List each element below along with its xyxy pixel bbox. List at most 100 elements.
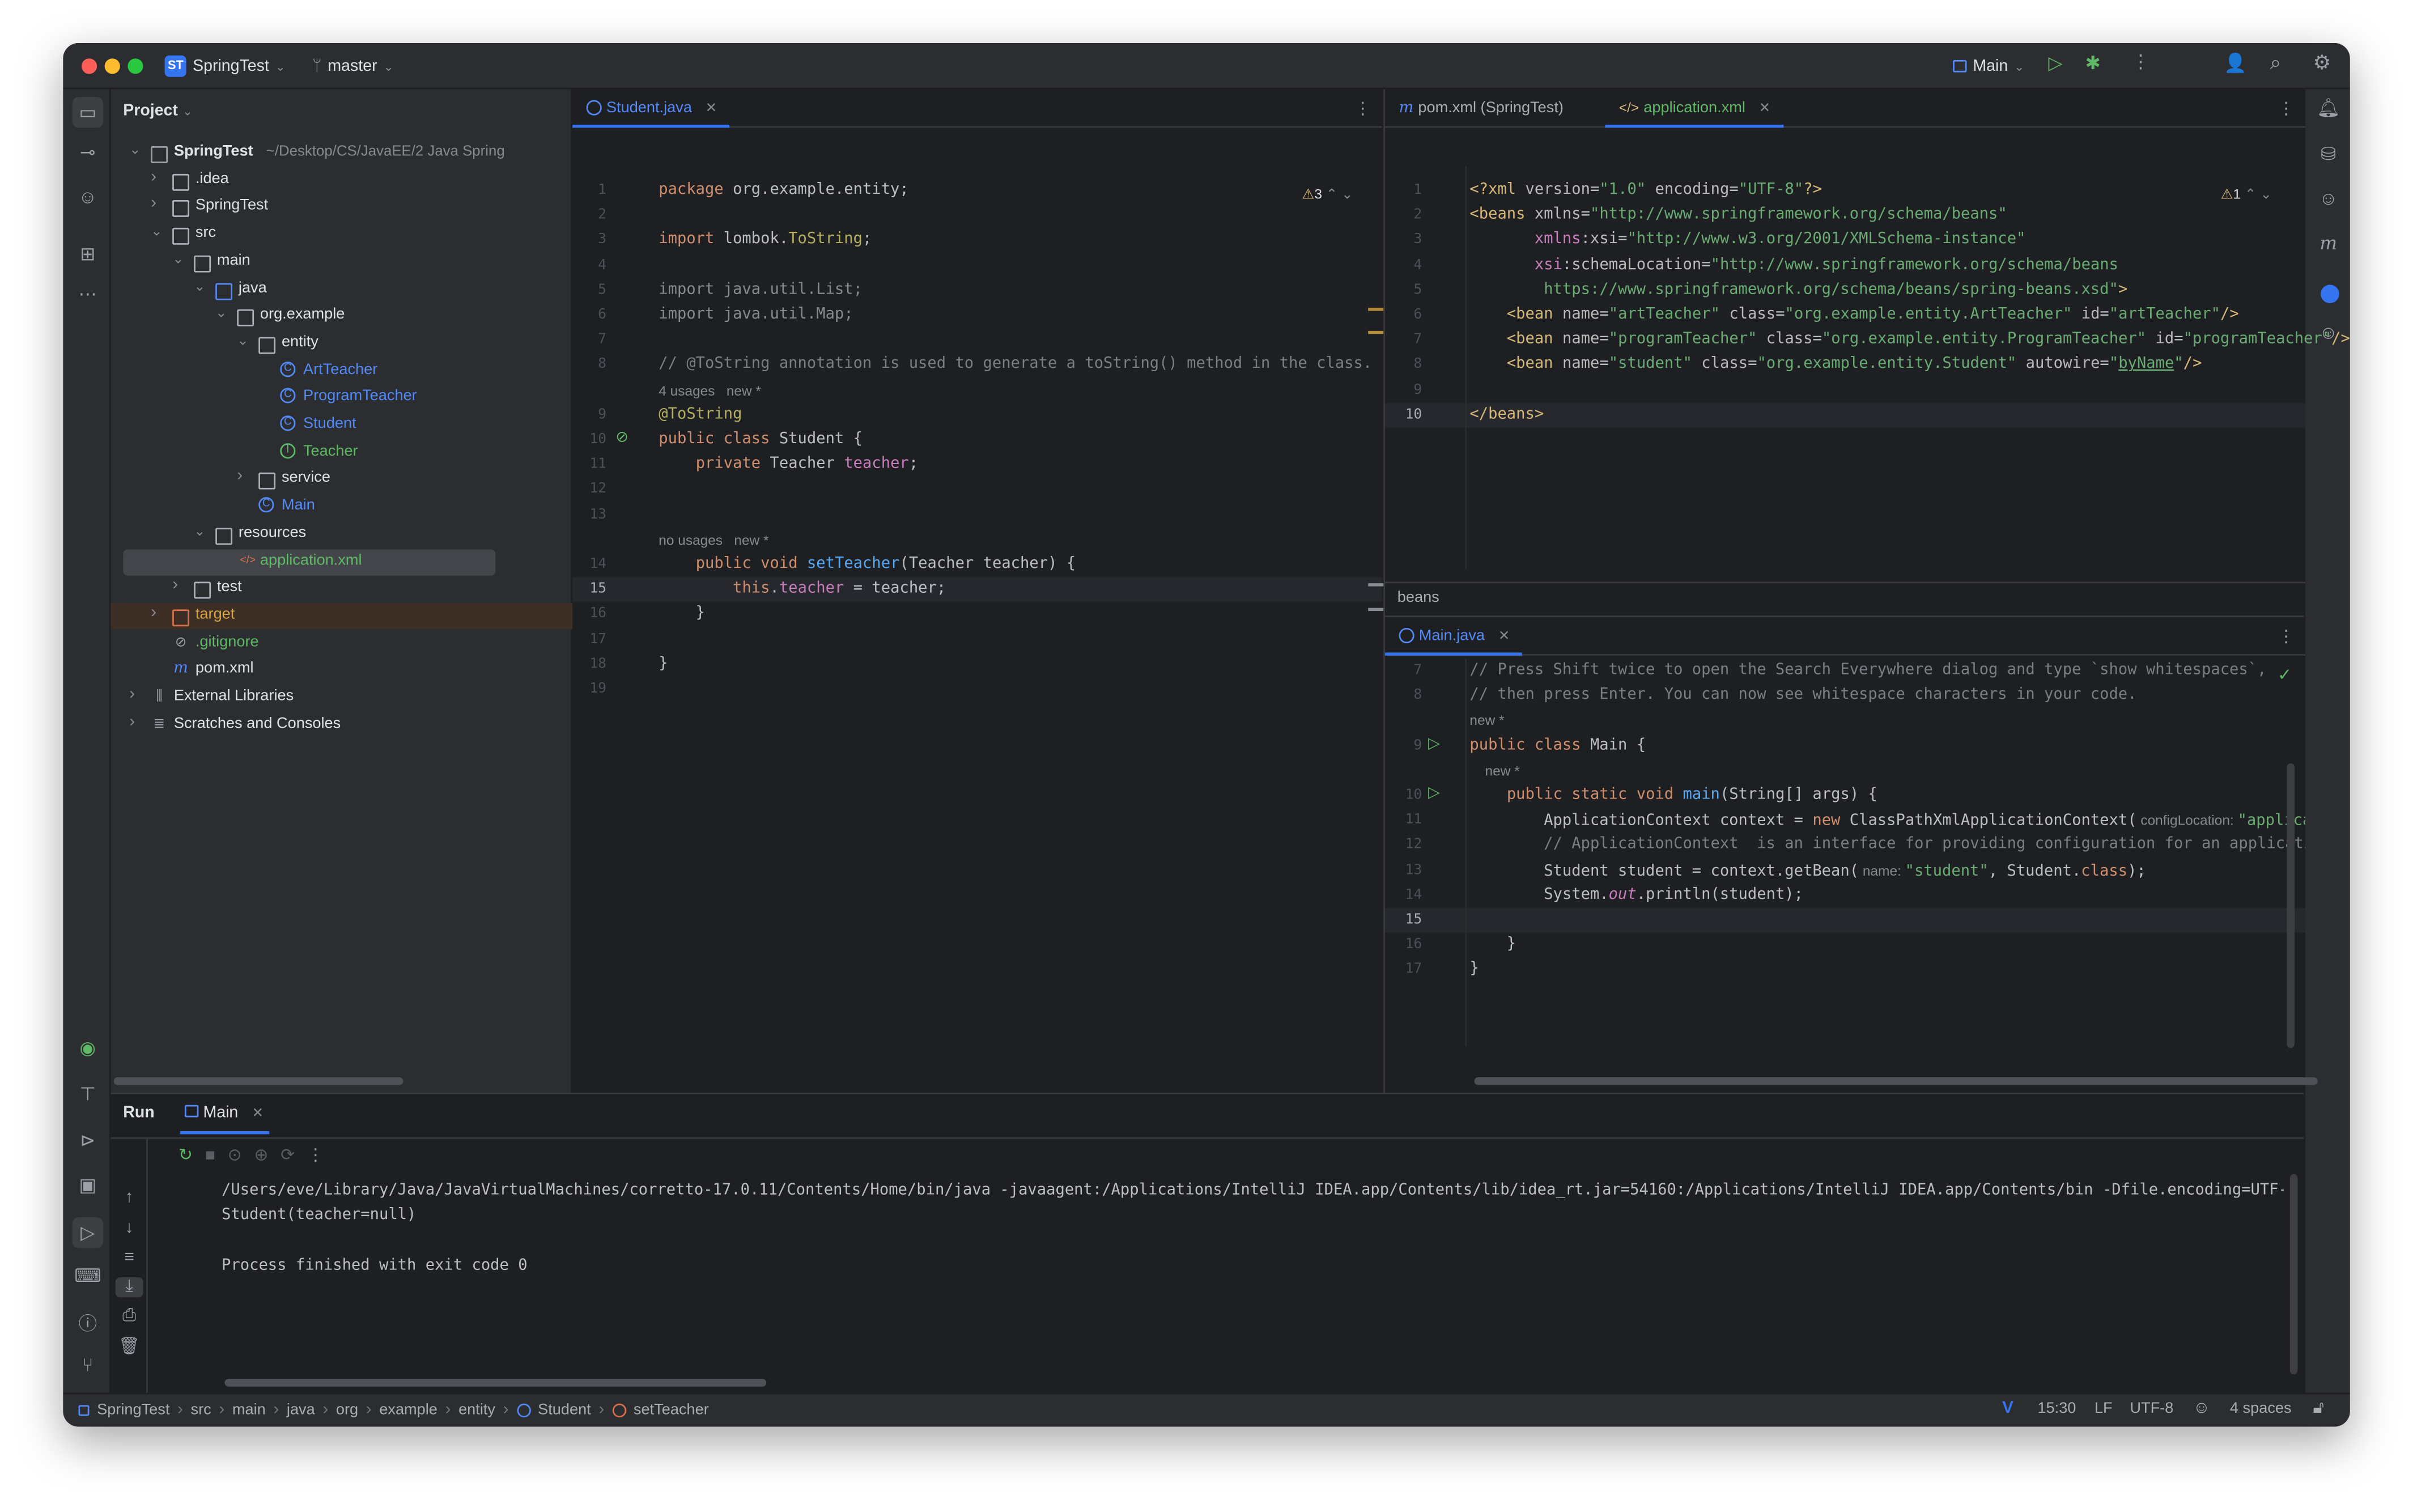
print-icon[interactable]: ⎙ <box>116 1307 143 1327</box>
scroll-down-icon[interactable]: ↓ <box>116 1219 143 1238</box>
database-icon[interactable]: ⛁ <box>2314 143 2342 165</box>
tree-row[interactable]: ⌄ main <box>111 249 573 275</box>
copilot-icon[interactable] <box>2321 284 2339 303</box>
chevron-right-icon[interactable]: › <box>151 603 156 622</box>
tab-options-icon[interactable]: ⋮ <box>1354 99 1371 119</box>
ai-assistant-icon[interactable]: ☺ <box>74 186 101 208</box>
more-icon[interactable]: ⋮ <box>307 1146 337 1165</box>
tree-row[interactable]: › target <box>111 603 573 630</box>
warning-marker[interactable] <box>1368 308 1384 311</box>
console-output[interactable]: /Users/eve/Library/Java/JavaVirtualMachi… <box>222 1179 2284 1333</box>
scroll-up-icon[interactable]: ↑ <box>116 1188 143 1207</box>
run-icon[interactable]: ▷ <box>2048 52 2062 74</box>
tree-row[interactable]: › test <box>111 576 573 602</box>
camera-icon[interactable]: ⊙ <box>228 1146 254 1165</box>
lock-icon[interactable]: 🔓︎ <box>2313 1399 2324 1418</box>
breadcrumb-item[interactable]: setTeacher <box>634 1401 709 1418</box>
maven-icon[interactable]: m <box>2314 232 2342 254</box>
marker[interactable] <box>1368 583 1384 587</box>
services-icon[interactable]: ⊳ <box>74 1129 101 1151</box>
horizontal-scrollbar[interactable] <box>224 1379 767 1387</box>
notifications-icon[interactable]: 🔔︎ <box>2314 97 2342 118</box>
tab-pom-xml[interactable]: m pom.xml (SpringTest) <box>1385 90 1576 128</box>
chevron-down-icon[interactable]: ⌄ <box>215 305 227 322</box>
line-separator[interactable]: LF <box>2095 1400 2113 1417</box>
tree-row[interactable]: ⌄ org.example <box>111 303 573 329</box>
more-actions-icon[interactable]: ⋮ <box>2131 51 2150 73</box>
chevron-down-icon[interactable]: ⌄ <box>172 250 184 267</box>
run-gutter-icon[interactable]: ▷ <box>1428 785 1440 802</box>
vertical-scrollbar[interactable] <box>2287 763 2295 1048</box>
scroll-to-end-icon[interactable]: ⤓ <box>115 1277 143 1298</box>
add-user-icon[interactable]: 👤 <box>2224 52 2247 74</box>
tab-options-icon[interactable]: ⋮ <box>2278 626 2295 647</box>
marker[interactable] <box>1368 608 1384 611</box>
tree-row[interactable]: › SpringTest <box>111 194 573 220</box>
tree-row[interactable]: ⌄ entity <box>111 331 573 357</box>
code-area[interactable]: 1 package org.example.entity; 2 3 import lom… <box>572 179 1382 1071</box>
python-icon[interactable]: ◉ <box>74 1037 101 1059</box>
reload-icon[interactable]: ⟳ <box>281 1146 307 1165</box>
maximize-window-button[interactable] <box>128 58 143 74</box>
breadcrumb-item[interactable]: org <box>336 1401 358 1418</box>
tab-main-java[interactable]: Main.java ✕ <box>1385 617 1523 656</box>
terminal-icon[interactable]: ⌨ <box>74 1265 101 1286</box>
chevron-right-icon[interactable]: › <box>172 576 178 594</box>
chevron-right-icon[interactable]: › <box>151 194 156 213</box>
chevron-down-icon[interactable]: ⌄ <box>194 523 205 540</box>
tree-row[interactable]: ⌄ resources <box>111 521 573 547</box>
tree-row[interactable]: C Student <box>111 413 573 439</box>
code-area[interactable]: 7 // Press Shift twice to open the Search… <box>1385 659 2305 1059</box>
search-icon[interactable]: ⌕ <box>2270 51 2282 75</box>
warning-marker[interactable] <box>1368 330 1384 334</box>
tree-row[interactable]: ⊘ .gitignore <box>111 630 573 656</box>
close-tab-icon[interactable]: ✕ <box>706 100 717 116</box>
chevron-down-icon[interactable]: ⌄ <box>237 332 248 349</box>
minimize-window-button[interactable] <box>104 58 120 74</box>
project-switcher[interactable]: ST SpringTest ⌄ <box>164 54 286 78</box>
more-tools-icon[interactable]: ⋯ <box>74 283 101 305</box>
chevron-down-icon[interactable]: ⌄ <box>129 142 141 159</box>
layers-icon[interactable]: ▣ <box>74 1174 101 1196</box>
caret-position[interactable]: 15:30 <box>2037 1400 2076 1417</box>
tree-row[interactable]: ⌄ java <box>111 276 573 302</box>
breadcrumb-item[interactable]: example <box>379 1401 437 1418</box>
chevron-down-icon[interactable]: ⌄ <box>194 278 205 295</box>
breadcrumb-item[interactable]: entity <box>458 1401 495 1418</box>
chevron-down-icon[interactable]: ⌄ <box>151 223 162 240</box>
file-encoding[interactable]: UTF-8 <box>2130 1400 2173 1417</box>
breadcrumb-item[interactable]: SpringTest <box>97 1401 169 1418</box>
horizontal-scrollbar[interactable] <box>1474 1077 2318 1085</box>
soft-wrap-icon[interactable]: ≡ <box>116 1248 143 1267</box>
tab-application-xml[interactable]: </> application.xml ✕ <box>1605 90 1783 128</box>
close-tab-icon[interactable]: ✕ <box>1759 100 1770 116</box>
tree-row[interactable]: C ArtTeacher <box>111 358 573 384</box>
tree-row[interactable]: ⌄ src <box>111 222 573 248</box>
git-icon[interactable]: ⑂ <box>74 1354 101 1376</box>
chevron-right-icon[interactable]: › <box>129 712 135 730</box>
indent-setting[interactable]: 4 spaces <box>2230 1400 2292 1417</box>
problems-icon[interactable]: ⓘ <box>74 1310 101 1336</box>
tree-row[interactable]: </> application.xml <box>123 549 496 575</box>
debug-icon[interactable]: ✱ <box>2085 52 2101 74</box>
tree-row[interactable]: › ≣ Scratches and Consoles <box>111 712 573 738</box>
export-icon[interactable]: ⊕ <box>254 1146 281 1165</box>
chevron-right-icon[interactable]: › <box>237 467 243 486</box>
ai-status-icon[interactable]: ☺ <box>2193 1399 2211 1417</box>
project-tool-icon[interactable]: ▭ <box>72 97 103 128</box>
branch-switcher[interactable]: ᛘ master ⌄ <box>312 54 393 78</box>
chevron-right-icon[interactable]: › <box>151 167 156 186</box>
tab-student-java[interactable]: Student.java ✕ <box>572 90 730 128</box>
run-gutter-icon[interactable]: ▷ <box>1428 735 1440 752</box>
structure-icon[interactable]: ⊞ <box>74 243 101 265</box>
build-icon[interactable]: ⊤ <box>74 1084 101 1105</box>
implemented-icon[interactable]: ⊘ <box>615 430 628 447</box>
rerun-icon[interactable]: ↻ <box>179 1146 205 1165</box>
breadcrumb-item[interactable]: java <box>287 1401 315 1418</box>
tree-row[interactable]: C ProgramTeacher <box>111 385 573 411</box>
tab-options-icon[interactable]: ⋮ <box>2278 99 2295 119</box>
tree-row[interactable]: › .idea <box>111 167 573 193</box>
stop-icon[interactable]: ■ <box>205 1146 228 1165</box>
xml-breadcrumb[interactable]: beans <box>1385 581 2305 615</box>
project-panel-title[interactable]: Project ⌄ <box>123 101 193 120</box>
